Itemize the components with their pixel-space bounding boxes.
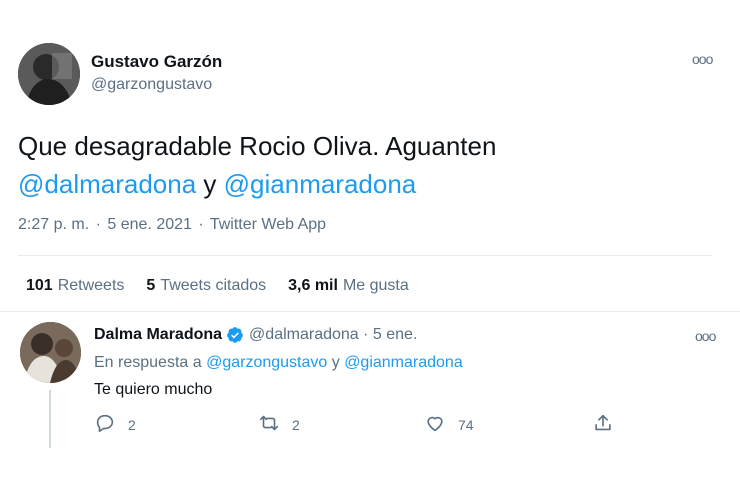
tweet-stats: 101 Retweets 5 Tweets citados 3,6 mil Me gu… bbox=[26, 277, 409, 295]
reply-button[interactable]: 2 bbox=[94, 412, 136, 437]
quotes-stat[interactable]: 5 Tweets citados bbox=[146, 277, 266, 295]
meta-separator: · bbox=[198, 216, 204, 233]
reply-author-handle[interactable]: @dalmaradona bbox=[249, 326, 359, 344]
likes-stat[interactable]: 3,6 mil Me gusta bbox=[288, 277, 409, 295]
reply-author-name[interactable]: Dalma Maradona bbox=[94, 326, 222, 344]
like-count: 74 bbox=[458, 416, 474, 433]
verified-icon bbox=[226, 326, 244, 344]
mention-link[interactable]: @garzongustavo bbox=[206, 354, 327, 371]
divider bbox=[0, 311, 740, 312]
author-handle[interactable]: @garzongustavo bbox=[91, 76, 212, 94]
like-icon bbox=[424, 412, 446, 437]
reply-prefix: En respuesta a bbox=[94, 354, 202, 371]
divider bbox=[18, 255, 712, 256]
author-name[interactable]: Gustavo Garzón bbox=[91, 52, 222, 72]
reply-count: 2 bbox=[128, 416, 136, 433]
mention-link[interactable]: @dalmaradona bbox=[18, 169, 196, 199]
meta-separator: · bbox=[95, 216, 101, 233]
reply-avatar[interactable] bbox=[20, 322, 81, 383]
more-icon[interactable]: ooo bbox=[695, 328, 716, 344]
tweet-source[interactable]: Twitter Web App bbox=[210, 216, 326, 233]
mention-link[interactable]: @gianmaradona bbox=[344, 354, 463, 371]
tweet-text-line: Que desagradable Rocio Oliva. Aguanten bbox=[18, 131, 497, 161]
meta-separator: · bbox=[358, 326, 373, 343]
share-icon bbox=[592, 412, 614, 437]
tweet-text: Que desagradable Rocio Oliva. Aguanten @… bbox=[18, 127, 718, 203]
retweet-button[interactable]: 2 bbox=[258, 412, 300, 437]
retweet-count: 2 bbox=[292, 416, 300, 433]
tweet-date[interactable]: 5 ene. 2021 bbox=[107, 216, 192, 233]
share-button[interactable] bbox=[592, 412, 614, 437]
tweet-meta: 2:27 p. m. · 5 ene. 2021 · Twitter Web A… bbox=[18, 216, 326, 234]
reply-text: Te quiero mucho bbox=[94, 381, 213, 398]
retweets-stat[interactable]: 101 Retweets bbox=[26, 277, 124, 295]
retweet-icon bbox=[258, 412, 280, 437]
tweet-conjunction: y bbox=[203, 169, 217, 199]
reply-header: Dalma Maradona @dalmaradona · 5 ene. bbox=[94, 326, 417, 344]
reply-to-line: En respuesta a @garzongustavo y @gianmar… bbox=[94, 354, 463, 372]
main-tweet: Gustavo Garzón @garzongustavo ooo Que de… bbox=[0, 0, 740, 310]
author-avatar[interactable] bbox=[18, 43, 80, 105]
more-icon[interactable]: ooo bbox=[692, 51, 713, 67]
reply-icon bbox=[94, 412, 116, 437]
tweet-time[interactable]: 2:27 p. m. bbox=[18, 216, 89, 233]
thread-line bbox=[49, 390, 51, 448]
like-button[interactable]: 74 bbox=[424, 412, 474, 437]
mention-link[interactable]: @gianmaradona bbox=[224, 169, 417, 199]
reply-conjunction: y bbox=[331, 354, 340, 371]
reply-date[interactable]: 5 ene. bbox=[373, 326, 417, 344]
reply-actions: 2 2 74 bbox=[94, 412, 624, 436]
